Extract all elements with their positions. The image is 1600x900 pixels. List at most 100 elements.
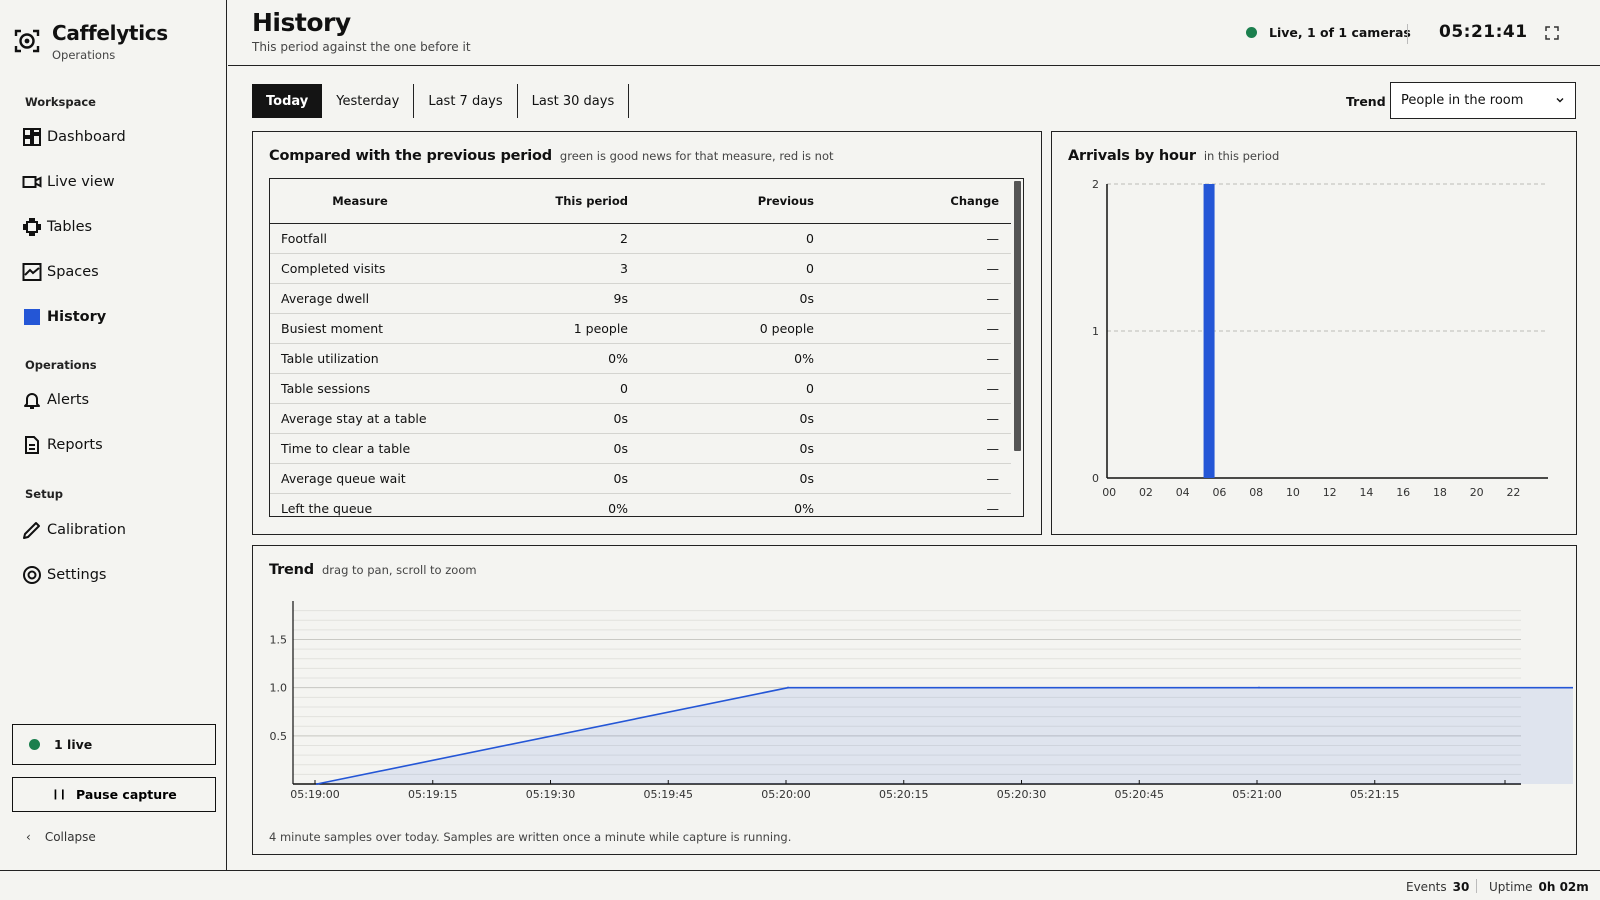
x-tick-label: 05:19:00 xyxy=(290,788,339,801)
pause-capture-label: Pause capture xyxy=(76,787,177,802)
cell-previous: 0% xyxy=(628,493,814,516)
period-tabs: Today Yesterday Last 7 days Last 30 days xyxy=(252,84,630,118)
x-tick-label: 05:19:30 xyxy=(526,788,575,801)
x-tick-label: 05:19:15 xyxy=(408,788,457,801)
cell-previous: 0s xyxy=(628,433,814,464)
bar xyxy=(1203,184,1215,478)
collapse-sidebar-button[interactable]: ‹ Collapse xyxy=(26,830,96,844)
x-tick-label: 14 xyxy=(1359,486,1373,499)
tab-last-7-days[interactable]: Last 7 days xyxy=(414,84,518,118)
cell-change: — xyxy=(814,433,1011,464)
sidebar: Caffelytics Operations Workspace Dashboa… xyxy=(0,0,227,870)
table-scrollbar[interactable] xyxy=(1014,181,1021,451)
sidebar-item-settings[interactable]: Settings xyxy=(22,563,106,587)
cell-this-period: 0s xyxy=(450,403,628,434)
y-tick-label: 1.5 xyxy=(270,634,288,647)
x-tick-label: 05:20:15 xyxy=(879,788,928,801)
cell-previous: 0 people xyxy=(628,313,814,344)
table-row: Left the queue 0% 0% — xyxy=(270,493,1011,516)
table-row: Completed visits 3 0— xyxy=(270,253,1011,284)
sidebar-item-calibration[interactable]: Calibration xyxy=(22,518,126,542)
tab-today[interactable]: Today xyxy=(252,84,323,118)
trend-point xyxy=(316,783,318,785)
page-title: History xyxy=(252,8,351,37)
sidebar-item-spaces[interactable]: Spaces xyxy=(22,260,99,284)
cell-change: — xyxy=(814,373,1011,404)
events-value: 30 xyxy=(1452,880,1470,894)
trend-measure-select[interactable]: People in the room xyxy=(1390,82,1576,119)
x-tick-label: 05:20:45 xyxy=(1115,788,1164,801)
tab-yesterday[interactable]: Yesterday xyxy=(322,84,415,118)
cell-change: — xyxy=(814,313,1011,344)
pause-capture-button[interactable]: ❙❙ Pause capture xyxy=(12,777,216,812)
table-row: Average dwell 9s 0s — xyxy=(270,283,1011,314)
fullscreen-icon[interactable] xyxy=(1544,25,1560,41)
sidebar-item-reports[interactable]: Reports xyxy=(22,433,103,457)
cell-this-period: 3 xyxy=(450,253,628,284)
tab-last-30-days[interactable]: Last 30 days xyxy=(518,84,630,118)
sidebar-item-alerts[interactable]: Alerts xyxy=(22,388,89,412)
sidebar-item-label: History xyxy=(47,309,107,325)
comparison-table[interactable]: Measure This period Previous Change Foot… xyxy=(269,178,1024,517)
cell-previous: 0 xyxy=(628,373,814,404)
sidebar-item-label: Live view xyxy=(47,174,115,190)
sidebar-item-label: Alerts xyxy=(47,392,90,408)
sidebar-item-dashboard[interactable]: Dashboard xyxy=(22,125,126,149)
cell-measure: Average stay at a table xyxy=(270,403,450,434)
sidebar-item-live-view[interactable]: Live view xyxy=(22,170,115,194)
trend-select-label: Trend xyxy=(1346,94,1386,109)
sidebar-item-label: Spaces xyxy=(47,264,99,280)
sidebar-item-history[interactable]: History xyxy=(22,305,106,329)
document-icon xyxy=(25,436,39,454)
cell-this-period: 0 xyxy=(450,373,628,404)
arrivals-title-text: Arrivals by hour xyxy=(1068,148,1196,164)
y-tick-label: 0.5 xyxy=(270,730,288,743)
events-label: Events xyxy=(1406,880,1447,894)
settings-icon xyxy=(23,566,41,584)
table-row: Time to clear a table 0s 0s — xyxy=(270,433,1011,464)
trend-note: drag to pan, scroll to zoom xyxy=(322,563,477,577)
trend-panel: Trend drag to pan, scroll to zoom 0.5 1.0 1… xyxy=(252,545,1577,855)
section-workspace: Workspace xyxy=(25,95,96,109)
live-count-label: 1 live xyxy=(54,737,93,752)
pencil-icon xyxy=(23,522,40,539)
cell-measure: Footfall xyxy=(270,223,450,254)
cell-previous: 0s xyxy=(628,403,814,434)
x-tick-label: 05:20:00 xyxy=(761,788,810,801)
trend-chart[interactable]: 0.5 1.0 1.5 05:19:00 05:19:15 05:19:30 05:19:4… xyxy=(253,596,1573,826)
x-tick-label: 00 xyxy=(1102,486,1116,499)
trend-footnote: 4 minute samples over today. Samples are… xyxy=(269,830,792,844)
cell-this-period: 2 xyxy=(450,223,628,254)
chevron-down-icon xyxy=(1556,98,1564,103)
section-setup: Setup xyxy=(25,487,63,501)
x-tick-label: 18 xyxy=(1433,486,1447,499)
trend-select-value: People in the room xyxy=(1401,93,1524,108)
cell-measure: Table utilization xyxy=(270,343,450,374)
history-square-icon xyxy=(24,309,40,325)
cell-previous: 0 xyxy=(628,253,814,284)
arrivals-chart: 01200 02 04 06 08 10 12 14 16 18 20 22 xyxy=(1092,178,1548,499)
sidebar-item-tables[interactable]: Tables xyxy=(22,215,92,239)
x-tick-label: 02 xyxy=(1139,486,1153,499)
cell-measure: Time to clear a table xyxy=(270,433,450,464)
x-tick-label: 10 xyxy=(1286,486,1300,499)
x-tick-label: 05:19:45 xyxy=(644,788,693,801)
uptime-counter: Uptime 0h 02m xyxy=(1489,880,1589,894)
header-divider xyxy=(1407,24,1408,44)
cell-measure: Left the queue xyxy=(270,493,450,516)
cell-this-period: 1 people xyxy=(450,313,628,344)
table-row: Average queue wait 0s 0s — xyxy=(270,463,1011,494)
sidebar-item-label: Reports xyxy=(47,437,103,453)
page-header: History This period against the one befo… xyxy=(228,0,1600,66)
y-tick-label: 0 xyxy=(1092,472,1099,485)
cell-measure: Average dwell xyxy=(270,283,450,314)
x-tick-label: 05:20:30 xyxy=(997,788,1046,801)
uptime-label: Uptime xyxy=(1489,880,1533,894)
comparison-note: green is good news for that measure, red… xyxy=(559,149,834,163)
cell-previous: 0s xyxy=(628,283,814,314)
status-divider xyxy=(1476,879,1477,893)
chart-area-icon xyxy=(22,263,42,281)
x-tick-label: 22 xyxy=(1506,486,1520,499)
y-tick-label: 2 xyxy=(1092,178,1099,191)
brand[interactable]: Caffelytics Operations xyxy=(12,20,168,62)
